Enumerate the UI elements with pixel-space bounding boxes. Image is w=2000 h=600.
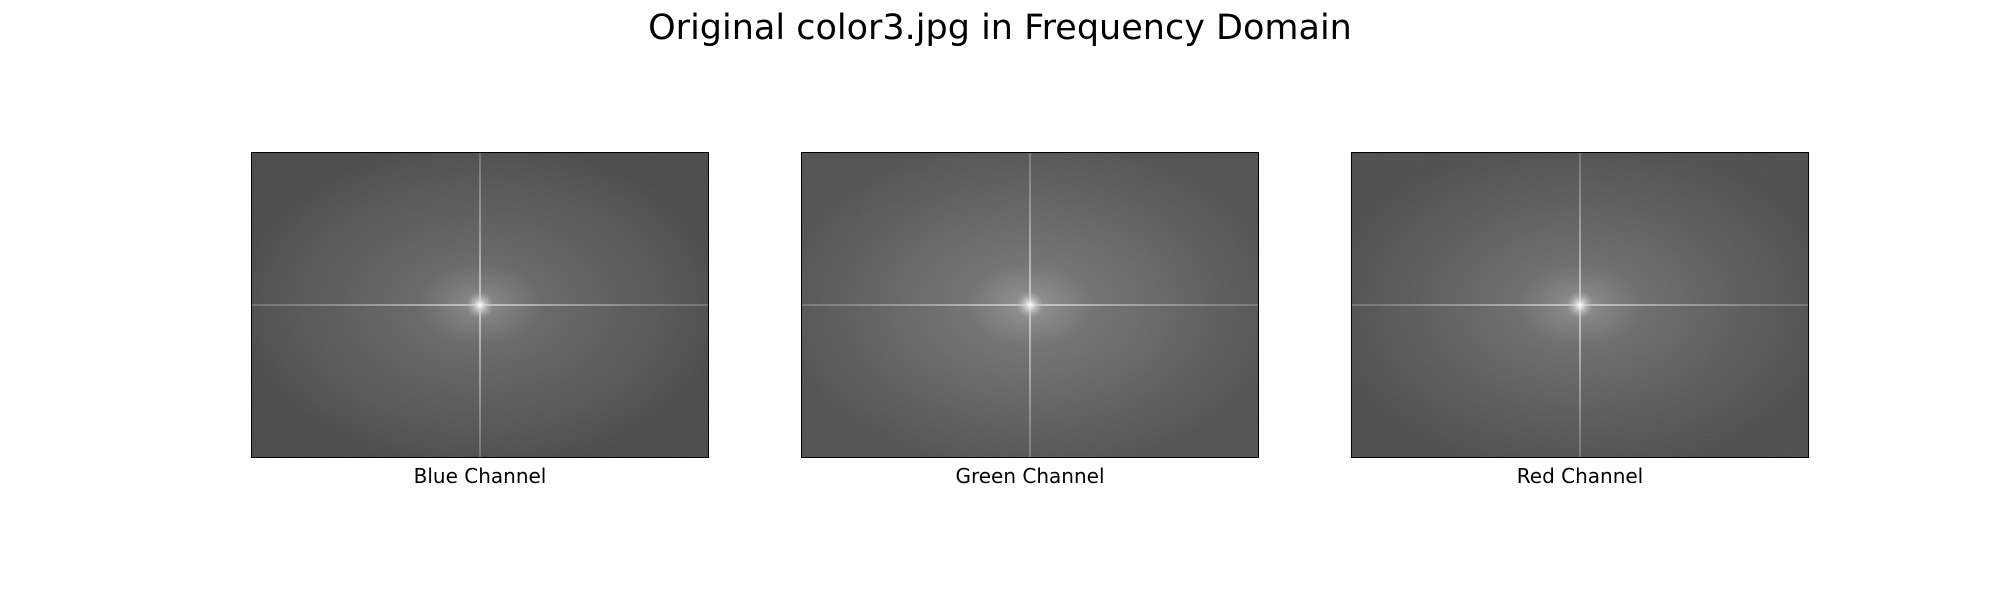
green-channel-panel: Green Channel: [801, 152, 1259, 489]
red-channel-caption: Red Channel: [1516, 464, 1644, 488]
blue-channel-panel: Blue Channel: [251, 152, 709, 489]
green-channel-spectrum-graphic: [802, 153, 1258, 457]
red-channel-panel: Red Channel: [1351, 152, 1809, 489]
green-channel-caption: Green Channel: [955, 464, 1105, 488]
blue-channel-caption: Blue Channel: [413, 464, 547, 488]
green-channel-spectrum-image: [801, 152, 1259, 458]
figure-title: Original color3.jpg in Frequency Domain: [648, 8, 1352, 48]
red-channel-spectrum-image: [1351, 152, 1809, 458]
red-channel-spectrum-graphic: [1352, 153, 1808, 457]
blue-channel-spectrum-image: [251, 152, 709, 458]
blue-channel-spectrum-graphic: [252, 153, 708, 457]
